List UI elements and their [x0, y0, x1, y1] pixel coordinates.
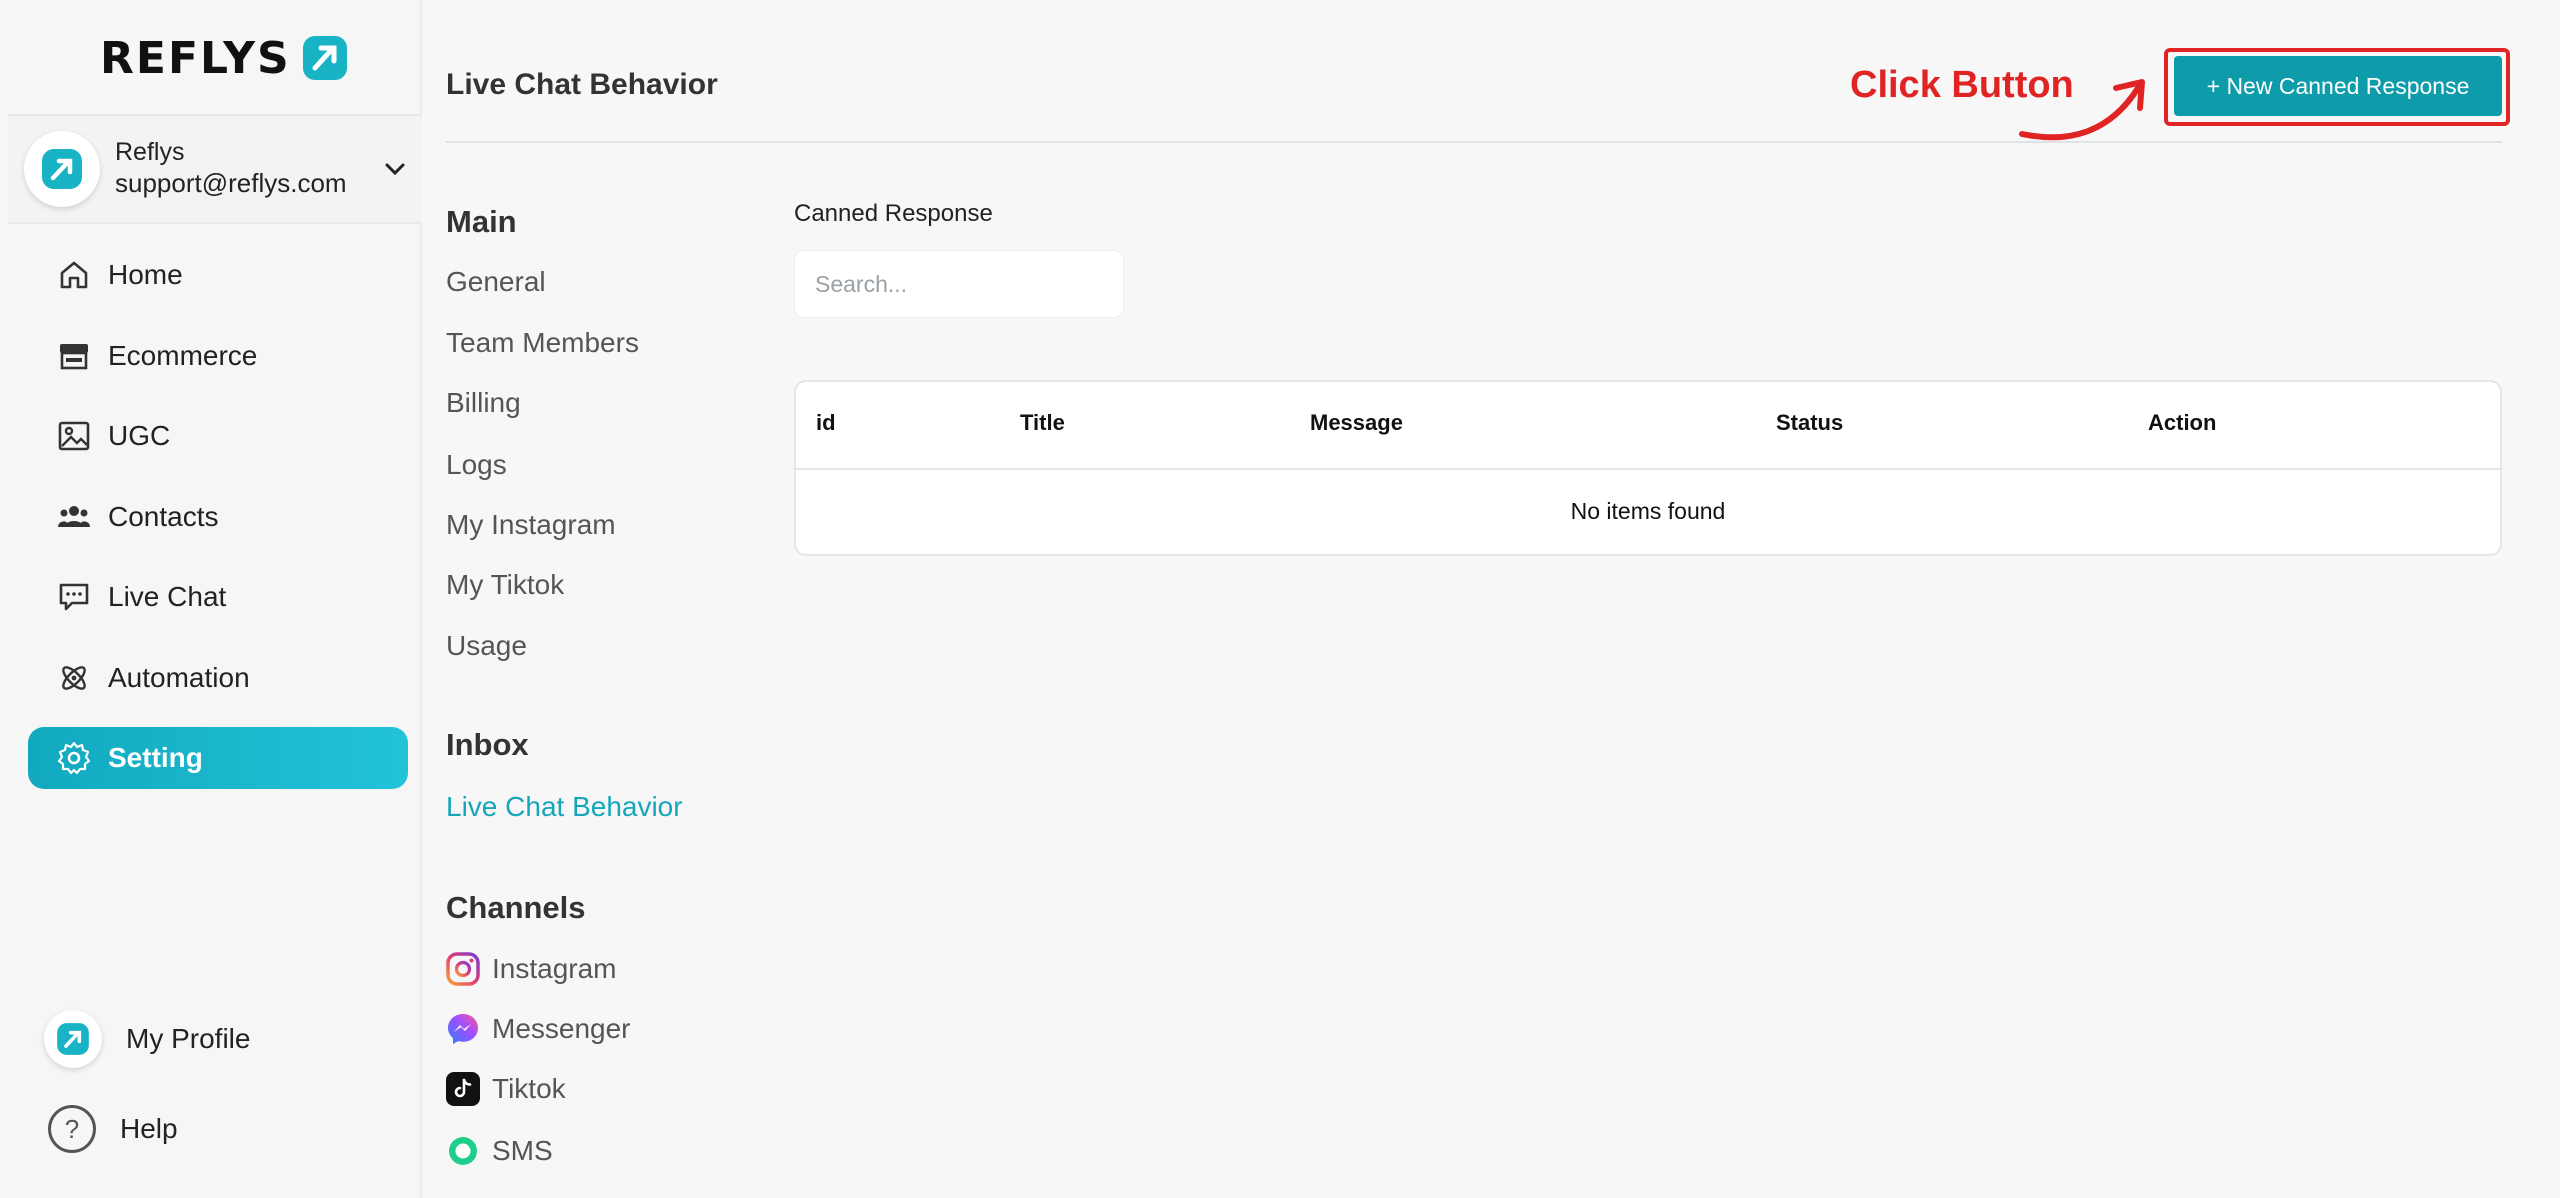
header-divider [446, 141, 2502, 143]
nav-item-label: Contacts [108, 500, 219, 532]
nav-item-automation[interactable]: Automation [28, 647, 408, 709]
page-title: Live Chat Behavior [446, 68, 718, 101]
submenu-item-sms[interactable]: SMS [446, 1134, 553, 1168]
column-header-title[interactable]: Title [1020, 410, 1065, 436]
submenu-item-instagram[interactable]: Instagram [446, 952, 617, 986]
new-canned-response-button[interactable]: + New Canned Response [2174, 56, 2502, 116]
submenu-item-my-tiktok[interactable]: My Tiktok [446, 569, 564, 601]
gear-icon [57, 741, 91, 775]
canned-response-table: id Title Message Status Action No items … [794, 380, 2502, 556]
nav-item-label: Live Chat [108, 581, 227, 612]
channel-label: Tiktok [492, 1073, 566, 1104]
users-icon [58, 505, 90, 527]
submenu-item-team-members[interactable]: Team Members [446, 327, 639, 359]
user-name: Reflys [115, 138, 185, 166]
avatar [24, 131, 100, 207]
column-header-message[interactable]: Message [1310, 410, 1403, 436]
my-profile-label: My Profile [126, 1023, 251, 1054]
chat-icon [59, 583, 89, 611]
submenu-item-usage[interactable]: Usage [446, 630, 527, 662]
submenu-item-billing[interactable]: Billing [446, 387, 521, 419]
account-switcher[interactable]: Reflys support@reflys.com [8, 114, 422, 224]
nav-item-label: Home [108, 259, 183, 290]
help-label: Help [120, 1113, 178, 1144]
column-header-action[interactable]: Action [2148, 410, 2216, 436]
section-label: Canned Response [794, 200, 993, 227]
nav-item-label: UGC [108, 420, 171, 451]
table-divider [796, 468, 2500, 470]
submenu-heading-channels: Channels [446, 890, 586, 925]
submenu-item-my-instagram[interactable]: My Instagram [446, 509, 616, 541]
messenger-icon [446, 1012, 480, 1046]
submenu-item-logs[interactable]: Logs [446, 449, 507, 481]
submenu-item-tiktok[interactable]: Tiktok [446, 1072, 566, 1106]
search-input[interactable] [794, 250, 1124, 318]
empty-state-text: No items found [1570, 498, 1726, 524]
reflys-logo-icon [302, 36, 347, 80]
nav-item-label: Ecommerce [108, 339, 258, 371]
annotation-arrow-icon [2019, 79, 2145, 141]
column-header-status[interactable]: Status [1776, 410, 1843, 436]
nav-item-label: Automation [108, 661, 250, 693]
submenu-item-messenger[interactable]: Messenger [446, 1012, 631, 1046]
column-header-id[interactable]: id [816, 410, 836, 436]
nav-item-label: Setting [108, 742, 203, 773]
channel-label: Instagram [492, 953, 617, 984]
chevron-down-icon[interactable] [380, 154, 410, 184]
home-icon [60, 261, 88, 289]
nav-item-ugc[interactable]: UGC [28, 405, 408, 467]
profile-avatar [44, 1010, 102, 1068]
reflys-avatar-icon [57, 1023, 89, 1055]
nav-item-home[interactable]: Home [28, 244, 408, 306]
store-icon [60, 343, 88, 369]
submenu-heading-main: Main [446, 204, 517, 239]
sms-icon [446, 1134, 480, 1168]
nav-item-setting[interactable]: Setting [28, 727, 408, 789]
submenu-item-live-chat-behavior[interactable]: Live Chat Behavior [446, 791, 683, 823]
nav-item-live-chat[interactable]: Live Chat [28, 566, 408, 628]
channel-label: Messenger [492, 1013, 631, 1044]
nav-item-contacts[interactable]: Contacts [28, 486, 408, 548]
channel-label: SMS [492, 1135, 553, 1166]
sidebar: REFLYS Reflys support@reflys.com Home Ec… [8, 0, 422, 1198]
instagram-icon [446, 952, 480, 986]
tiktok-icon [446, 1072, 480, 1106]
help-link[interactable]: ? Help [48, 1105, 178, 1153]
help-icon: ? [48, 1105, 96, 1153]
brand-logo[interactable]: REFLYS [100, 30, 349, 86]
submenu-heading-inbox: Inbox [446, 727, 529, 762]
nav-item-ecommerce[interactable]: Ecommerce [28, 325, 408, 387]
my-profile-link[interactable]: My Profile [44, 1010, 250, 1068]
image-icon [58, 421, 90, 451]
user-email: support@reflys.com [115, 168, 347, 198]
reflys-avatar-icon [42, 149, 82, 189]
main-nav: Home Ecommerce UGC Contacts Live Chat Au… [28, 244, 408, 808]
atom-icon [62, 665, 86, 690]
submenu-item-general[interactable]: General [446, 266, 546, 298]
brand-name: REFLYS [100, 32, 291, 84]
